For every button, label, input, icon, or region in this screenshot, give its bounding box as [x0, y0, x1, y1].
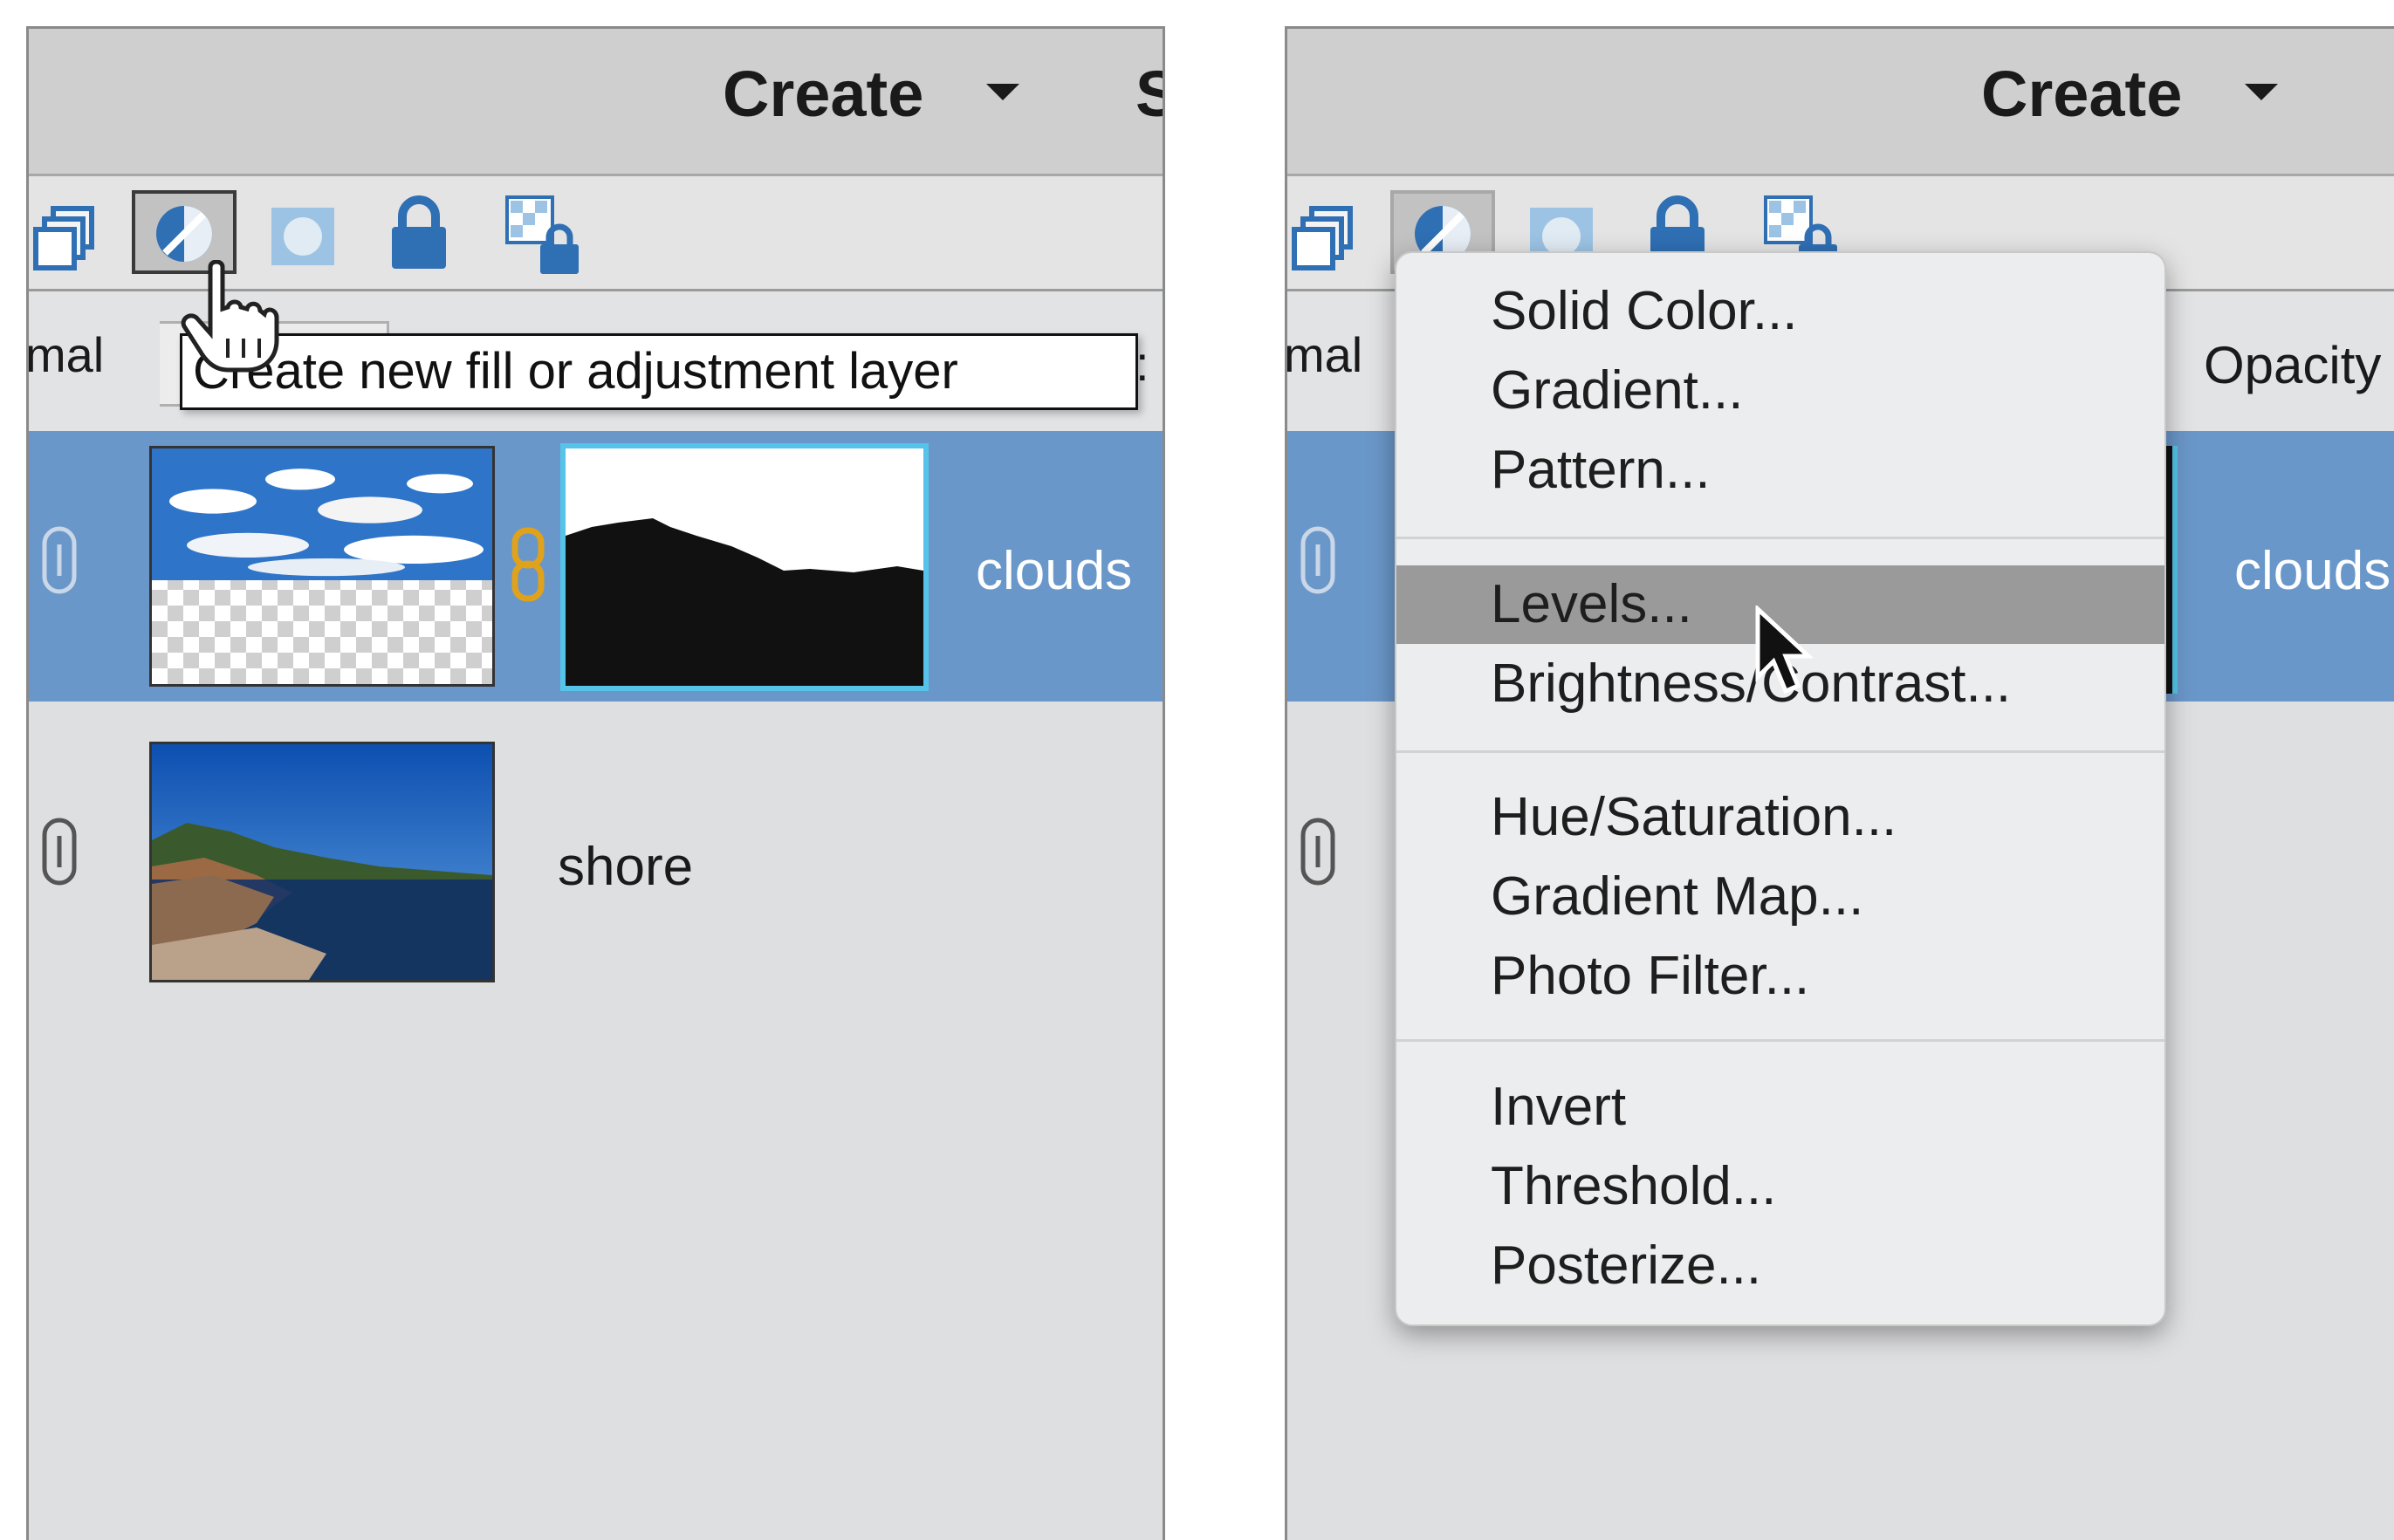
visibility-eye-icon[interactable] [39, 525, 79, 595]
menu-item-invert[interactable]: Invert [1396, 1068, 2164, 1146]
visibility-eye-icon[interactable] [1298, 817, 1338, 886]
chevron-down-icon[interactable] [2245, 84, 2278, 100]
blend-mode-select[interactable]: mal [29, 326, 104, 383]
lock-all-icon[interactable] [388, 195, 449, 270]
menu-separator [1396, 750, 2164, 753]
visibility-eye-icon[interactable] [1298, 525, 1338, 595]
duplicate-layers-icon[interactable] [32, 205, 100, 273]
adjustment-layer-menu: Solid Color... Gradient... Pattern... Le… [1395, 251, 2166, 1326]
layer-thumbnail-clouds [149, 446, 495, 687]
menu-item-threshold[interactable]: Threshold... [1396, 1147, 2164, 1226]
menu-separator [1396, 537, 2164, 539]
menu-item-pattern[interactable]: Pattern... [1396, 431, 2164, 510]
link-chain-icon[interactable] [509, 527, 547, 602]
menu-item-hue-saturation[interactable]: Hue/Saturation... [1396, 778, 2164, 857]
opacity-label: Opacity [2204, 336, 2382, 394]
tooltip: Create new fill or adjustment layer [180, 333, 1138, 410]
create-menu-button[interactable]: Create [1981, 57, 2182, 131]
layer-row-clouds[interactable]: clouds [29, 431, 1163, 702]
menu-item-solid-color[interactable]: Solid Color... [1396, 272, 2164, 351]
menu-separator [1396, 1039, 2164, 1042]
menu-item-gradient-map[interactable]: Gradient Map... [1396, 858, 2164, 936]
fill-adjustment-layer-icon [156, 206, 212, 262]
menu-item-gradient[interactable]: Gradient... [1396, 352, 2164, 430]
menu-item-photo-filter[interactable]: Photo Filter... [1396, 937, 2164, 1016]
layer-name[interactable]: clouds [2234, 540, 2391, 602]
arrow-cursor-icon [1755, 606, 1814, 695]
layer-row-shore[interactable]: shore [29, 701, 1163, 982]
layer-name[interactable]: clouds [976, 540, 1132, 602]
header-cut-label[interactable]: S [1135, 57, 1163, 131]
panel-header: Create S [29, 29, 1163, 176]
hand-pointer-cursor-icon [181, 260, 279, 373]
layer-name[interactable]: shore [558, 836, 693, 898]
layer-mask-thumbnail[interactable] [560, 443, 929, 691]
visibility-eye-icon[interactable] [39, 817, 79, 886]
blend-mode-select[interactable]: mal [1287, 326, 1362, 383]
create-menu-button[interactable]: Create [723, 57, 923, 131]
layers-panel-left: Create S [26, 26, 1165, 1540]
chevron-down-icon[interactable] [986, 84, 1019, 100]
lock-transparent-icon[interactable] [505, 195, 582, 276]
layer-thumbnail-shore [149, 742, 495, 982]
panel-header: Create [1287, 29, 2394, 176]
menu-item-posterize[interactable]: Posterize... [1396, 1227, 2164, 1305]
duplicate-layers-icon[interactable] [1291, 205, 1359, 273]
